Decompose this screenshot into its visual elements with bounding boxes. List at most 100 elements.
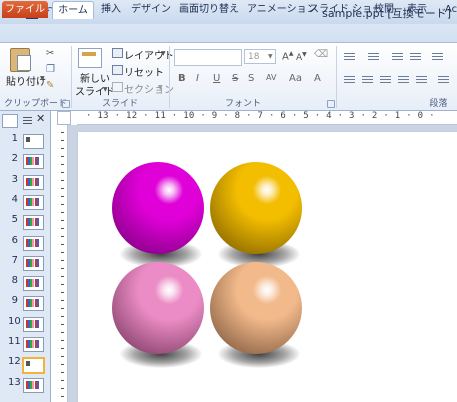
ruler-corner	[57, 111, 71, 125]
sphere-highlight	[154, 276, 184, 304]
bold-button[interactable]: B	[178, 73, 186, 84]
ruler-tick	[61, 172, 64, 173]
ruler-tick	[61, 364, 64, 365]
decrease-indent-icon[interactable]	[392, 52, 403, 61]
reset-button[interactable]: リセット	[124, 64, 164, 79]
cut-icon[interactable]: ✂	[46, 48, 54, 59]
slide-thumbnail[interactable]	[23, 378, 44, 393]
paragraph-group-label: 段落	[429, 99, 448, 109]
ruler-tick	[61, 148, 64, 149]
italic-button[interactable]: I	[196, 73, 199, 84]
tab-file[interactable]: ファイル	[2, 1, 48, 18]
sphere-highlight	[252, 176, 282, 204]
slide-thumbnail[interactable]	[23, 134, 44, 149]
tab-design[interactable]: デザイン	[131, 2, 171, 18]
close-pane-icon[interactable]: ✕	[36, 112, 45, 125]
tab-acrobat[interactable]: Ac	[441, 2, 457, 18]
grow-font-icon[interactable]: A▲	[282, 50, 293, 62]
section-icon[interactable]	[112, 82, 123, 92]
tab-insert[interactable]: 挿入	[96, 2, 126, 18]
copy-icon[interactable]: ❐	[46, 64, 55, 75]
sphere-body	[112, 262, 204, 354]
thumbnail-preview	[26, 381, 39, 389]
layout-button[interactable]: レイアウト	[124, 47, 174, 62]
slide-thumbnail[interactable]	[23, 236, 44, 251]
slides-tab-icon[interactable]	[2, 114, 18, 128]
slide-thumbnail[interactable]	[23, 317, 44, 332]
thumbnail-preview	[26, 198, 39, 206]
slide-thumbnail[interactable]	[23, 215, 44, 230]
tab-slideshow[interactable]: スライド ショー	[309, 2, 382, 18]
underline-button[interactable]: U	[213, 73, 220, 84]
format-painter-icon[interactable]: ✎	[46, 80, 54, 91]
magenta-sphere[interactable]	[112, 162, 206, 272]
ruler-tick	[61, 316, 64, 317]
slide-thumbnail[interactable]	[23, 154, 44, 169]
outline-tab-icon[interactable]	[20, 114, 36, 128]
font-color-button[interactable]: A	[314, 73, 321, 84]
reset-icon[interactable]	[112, 65, 123, 75]
font-size-dropdown-icon[interactable]: ▼	[268, 53, 273, 60]
increase-indent-icon[interactable]	[410, 52, 421, 61]
shrink-font-icon[interactable]: A▼	[296, 51, 307, 63]
clear-formatting-icon[interactable]: ⌫	[314, 49, 328, 60]
thumbnail-preview	[26, 361, 30, 366]
character-spacing-button[interactable]: AV	[266, 73, 276, 82]
pink-sphere[interactable]	[112, 262, 206, 372]
ruler-tick	[61, 164, 64, 165]
sphere-highlight	[154, 176, 184, 204]
sphere-body	[112, 162, 204, 254]
justify-icon[interactable]	[398, 75, 409, 84]
gold-sphere[interactable]	[210, 162, 304, 272]
font-name-combobox[interactable]	[174, 49, 242, 66]
paste-dropdown-icon[interactable]: ▼	[40, 75, 45, 82]
columns-icon[interactable]	[416, 75, 427, 84]
slide-thumbnail[interactable]	[23, 175, 44, 190]
tab-view[interactable]: 表示	[405, 2, 429, 18]
bullets-icon[interactable]	[344, 52, 355, 61]
slide-thumbnail[interactable]	[22, 357, 45, 374]
font-launcher-icon[interactable]	[327, 100, 335, 108]
change-case-button[interactable]: Aa	[289, 73, 302, 84]
tab-transitions[interactable]: 画面切り替え	[178, 2, 240, 18]
ruler-tick	[61, 156, 64, 157]
slide-thumbnail[interactable]	[23, 337, 44, 352]
slide-thumbnail[interactable]	[23, 256, 44, 271]
thumbnail-preview	[26, 299, 39, 307]
paste-icon[interactable]	[10, 48, 31, 72]
thumbnail-number: 13	[8, 377, 21, 388]
tab-animations[interactable]: アニメーション	[247, 2, 317, 18]
align-center-icon[interactable]	[362, 75, 373, 84]
section-button[interactable]: セクション	[124, 81, 174, 96]
layout-icon[interactable]	[112, 48, 123, 58]
line-spacing-icon[interactable]	[432, 52, 443, 61]
numbering-icon[interactable]	[368, 52, 379, 61]
layout-dropdown-icon[interactable]: ▼	[161, 50, 166, 57]
align-left-icon[interactable]	[344, 75, 355, 84]
slide-thumbnail[interactable]	[23, 195, 44, 210]
vertical-ruler[interactable]	[53, 125, 68, 402]
slide-thumbnail[interactable]	[23, 296, 44, 311]
thumbnail-number: 3	[11, 174, 18, 185]
strikethrough-button[interactable]: S	[232, 73, 238, 84]
new-slide-dropdown-icon[interactable]: ▼	[103, 86, 108, 93]
thumbnail-number: 7	[11, 255, 18, 266]
thumbnail-preview	[26, 239, 39, 247]
peach-sphere[interactable]	[210, 262, 304, 372]
tab-home[interactable]: ホーム	[52, 1, 94, 19]
align-right-icon[interactable]	[380, 75, 391, 84]
new-slide-icon[interactable]	[78, 48, 102, 68]
ruler-tick	[61, 220, 64, 221]
section-dropdown-icon[interactable]: ▼	[158, 84, 163, 91]
thumbnail-preview	[26, 279, 39, 287]
tab-review[interactable]: 校閲	[371, 2, 397, 18]
clipboard-launcher-icon[interactable]	[62, 100, 70, 108]
text-direction-icon[interactable]	[438, 75, 449, 84]
ruler-tick	[61, 356, 64, 357]
slide-thumbnail[interactable]	[23, 276, 44, 291]
new-slide-label-line2[interactable]: スライド	[75, 83, 115, 98]
thumbnail-number: 8	[11, 275, 18, 286]
text-shadow-button[interactable]: S	[248, 73, 254, 84]
ruler-tick	[61, 332, 64, 333]
ruler-tick	[61, 308, 64, 309]
